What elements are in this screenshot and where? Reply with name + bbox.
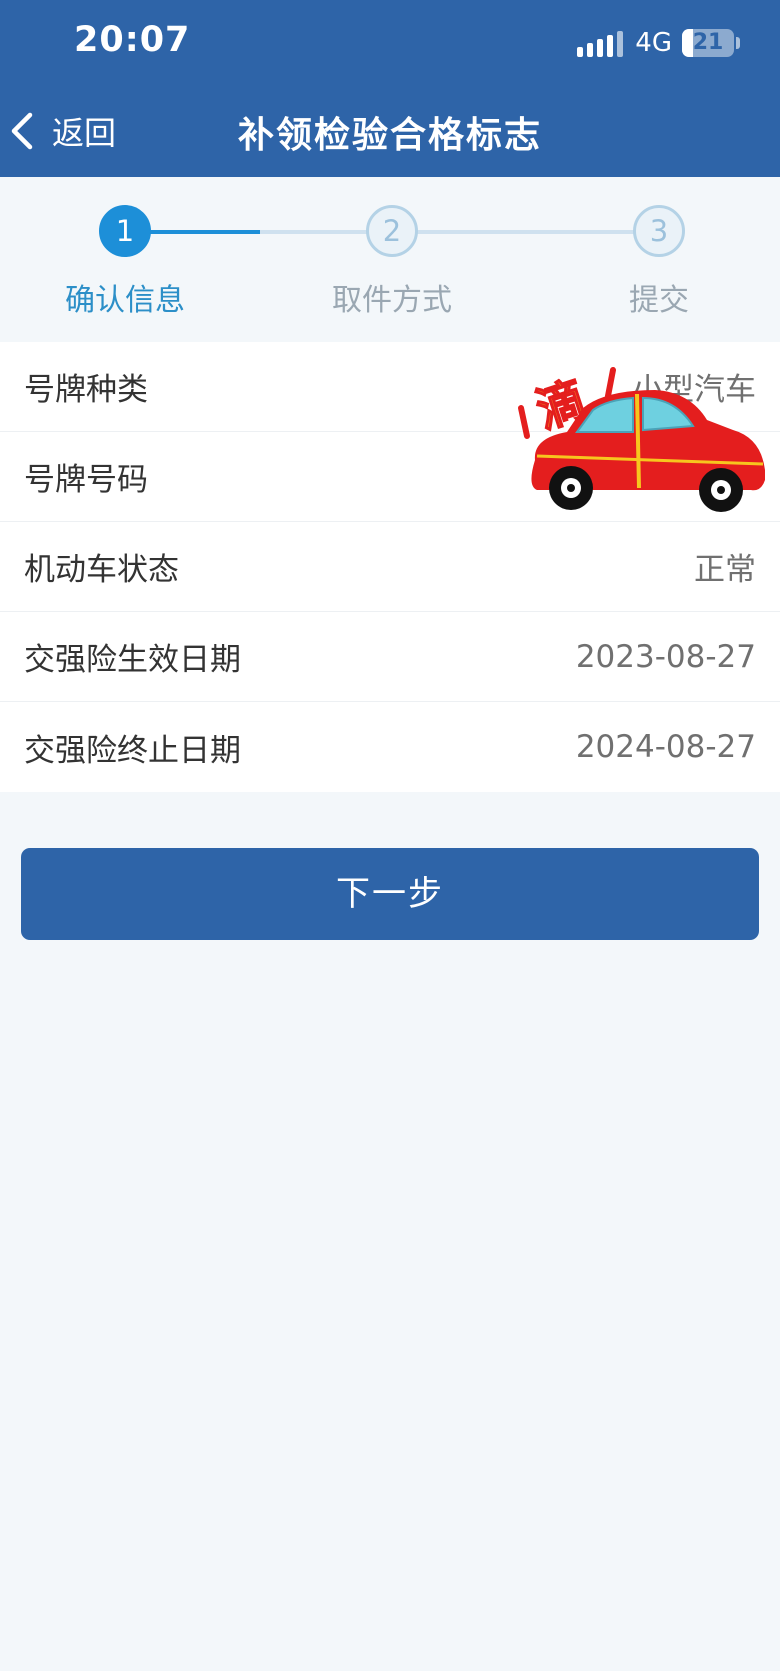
step-3-label: 提交 — [629, 283, 689, 318]
red-car-sticker-icon: 滴 — [518, 367, 765, 512]
info-row-insurance-end: 交强险终止日期 2024-08-27 — [0, 702, 780, 792]
status-time: 20:07 — [74, 20, 191, 60]
insurance-start-label: 交强险生效日期 — [24, 642, 241, 678]
step-1-label: 确认信息 — [65, 283, 185, 318]
signal-icon — [577, 29, 624, 57]
battery-level: 21 — [692, 30, 724, 55]
step-3-number: 3 — [633, 205, 685, 257]
progress-stepper: 1 确认信息 2 取件方式 3 提交 — [0, 177, 780, 342]
battery-cap — [736, 37, 740, 49]
plate-type-label: 号牌种类 — [24, 372, 148, 408]
info-row-insurance-start: 交强险生效日期 2023-08-27 — [0, 612, 780, 702]
network-label: 4G — [635, 28, 672, 58]
step-2-label: 取件方式 — [332, 283, 452, 318]
insurance-start-value: 2023-08-27 — [575, 638, 756, 675]
step-1-number: 1 — [99, 205, 151, 257]
step-1: 1 确认信息 — [25, 205, 225, 319]
vehicle-status-value: 正常 — [694, 552, 756, 588]
step-3: 3 提交 — [559, 205, 759, 319]
vehicle-status-label: 机动车状态 — [24, 552, 179, 588]
status-icons: 4G 21 — [577, 28, 740, 58]
battery-icon: 21 — [682, 29, 734, 57]
page-title: 补领检验合格标志 — [237, 115, 542, 156]
next-step-button[interactable]: 下一步 — [21, 848, 759, 940]
insurance-end-label: 交强险终止日期 — [24, 732, 241, 769]
insurance-end-value: 2024-08-27 — [575, 729, 756, 765]
step-2-number: 2 — [366, 205, 418, 257]
plate-number-label: 号牌号码 — [24, 462, 148, 498]
app-header: 20:07 4G 21 返回 补领检验合格标志 — [0, 0, 780, 177]
step-2: 2 取件方式 — [292, 205, 492, 319]
